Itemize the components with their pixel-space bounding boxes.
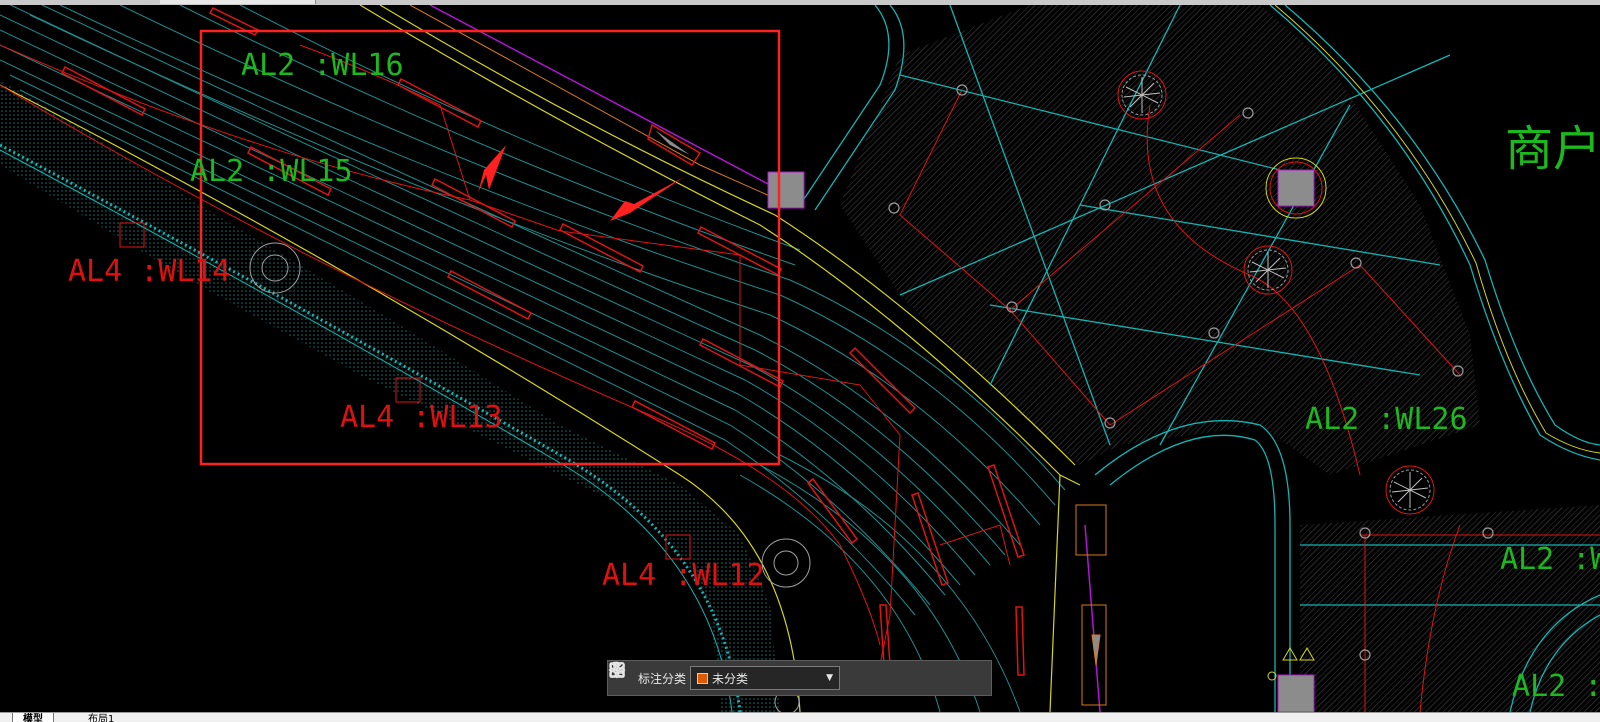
paste-icon[interactable] bbox=[610, 661, 960, 692]
category-select[interactable]: 未分类 ▼ bbox=[690, 666, 841, 690]
orange-edge bbox=[409, 5, 791, 206]
tab-layout1[interactable]: 布局1 bbox=[78, 713, 124, 722]
label-al4-wl12[interactable]: AL4 :WL12 bbox=[602, 558, 765, 593]
label-al2-w-upper[interactable]: AL2 :W bbox=[1500, 542, 1600, 577]
cable-routing bbox=[0, 44, 1011, 666]
bridge-structure bbox=[1075, 504, 1107, 706]
label-al4-wl13[interactable]: AL4 :WL13 bbox=[340, 400, 503, 435]
label-al4-wl14[interactable]: AL4 :WL14 bbox=[68, 254, 231, 289]
annotation-arrow-2 bbox=[610, 177, 684, 221]
category-label: 标注分类 bbox=[638, 671, 687, 686]
cad-drawing-canvas[interactable]: AL2 :WL16 AL2 :WL15 AL4 :WL14 AL4 :WL13 … bbox=[0, 5, 1600, 712]
label-al2-w-lower[interactable]: AL2 :W bbox=[1512, 669, 1600, 704]
label-shanghu[interactable]: 商户目 bbox=[1505, 121, 1600, 177]
category-value: 未分类 bbox=[712, 671, 749, 686]
edit-icon[interactable] bbox=[610, 662, 876, 692]
category-color-swatch bbox=[697, 672, 709, 684]
layout-tab-bar: 模型 布局1 bbox=[0, 712, 1600, 722]
label-al2-wl16[interactable]: AL2 :WL16 bbox=[241, 48, 404, 83]
move-icon[interactable] bbox=[608, 661, 904, 692]
label-al2-wl26[interactable]: AL2 :WL26 bbox=[1305, 402, 1468, 437]
annotation-arrow-1 bbox=[478, 145, 506, 193]
annotation-toolbar: 标注分类 未分类 ▼ bbox=[607, 660, 992, 696]
label-al2-wl15[interactable]: AL2 :WL15 bbox=[190, 154, 353, 189]
file-tab-edge[interactable] bbox=[160, 0, 316, 4]
chevron-down-icon: ▼ bbox=[826, 673, 834, 683]
tab-model[interactable]: 模型 bbox=[12, 713, 54, 722]
cad-drawing: AL2 :WL16 AL2 :WL15 AL4 :WL14 AL4 :WL13 … bbox=[0, 5, 1600, 712]
copy-icon[interactable] bbox=[609, 662, 932, 692]
